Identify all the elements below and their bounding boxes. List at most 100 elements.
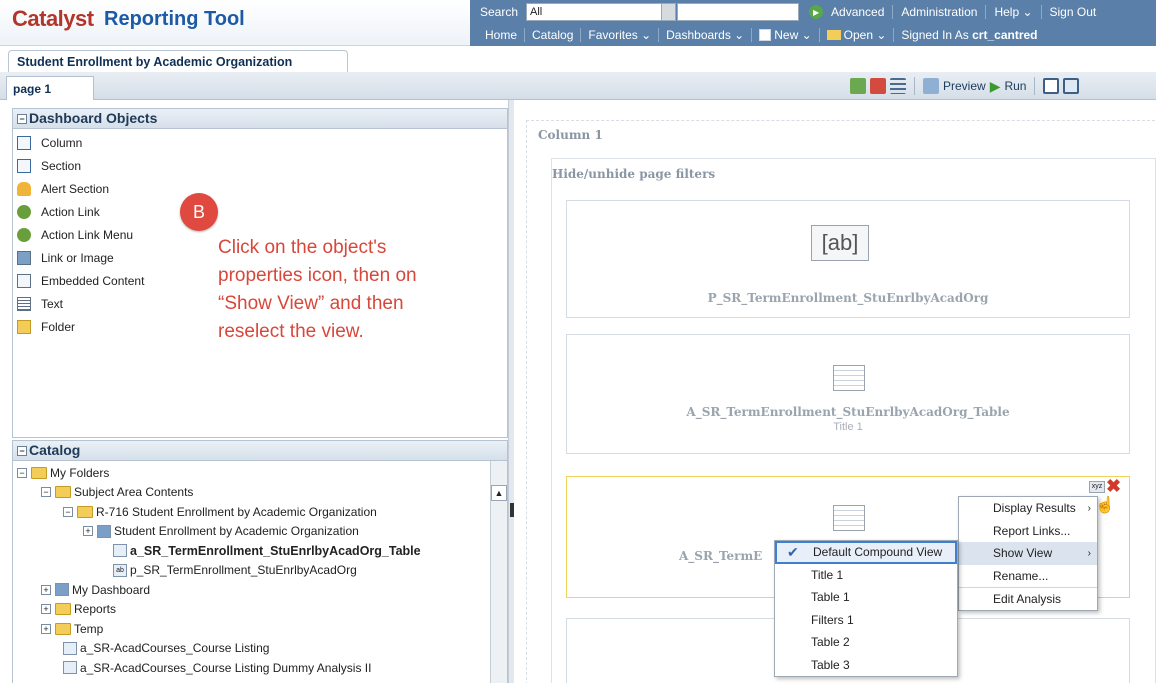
app-title: Reporting Tool [104,8,245,30]
save-icon[interactable] [1043,78,1060,94]
bell-icon [17,181,31,196]
tree-item-temp[interactable]: + Temp [17,619,503,639]
properties-icon[interactable]: xyz [1089,481,1105,493]
toolbar-divider [1034,77,1036,95]
menu-label: Edit Analysis [993,591,1062,606]
open-label: Open ⌄ [843,28,887,42]
object-label: Column [41,135,83,150]
search-scope-select[interactable]: All [526,3,677,21]
object-alert-section[interactable]: Alert Section [17,177,503,200]
preview-button[interactable]: Preview [943,79,986,93]
home-link[interactable]: Home [478,28,526,42]
image-icon [17,250,31,265]
dashboard-objects-header[interactable]: − Dashboard Objects [13,109,507,129]
expand-toggle[interactable]: + [41,584,51,595]
submenu-title-1[interactable]: Title 1 [775,564,957,587]
menu-label: Default Compound View [813,545,943,560]
delete-icon[interactable]: ✖ [1106,477,1121,495]
expand-toggle[interactable]: + [41,604,51,615]
menu-label: Filters 1 [811,612,854,627]
gear-menu-icon [17,227,31,242]
search-go-icon[interactable]: ▶ [809,5,824,19]
list-icon[interactable] [890,78,906,94]
menu-edit-analysis[interactable]: Edit Analysis [959,587,1097,610]
save-as-icon[interactable] [1063,78,1080,94]
tree-item-my-folders[interactable]: − My Folders [17,463,503,483]
submenu-table-3[interactable]: Table 3 [775,654,957,677]
submenu-table-2[interactable]: Table 2 [775,631,957,654]
table-view-icon [833,365,865,391]
menu-label: Report Links... [993,523,1071,538]
submenu-filters-1[interactable]: Filters 1 [775,609,957,632]
text-icon [17,296,31,311]
collapse-icon[interactable]: − [17,114,27,124]
dashboard-tabbar: Student Enrollment by Academic Organizat… [0,46,470,72]
tree-item-analysis-table[interactable]: a_SR_TermEnrollment_StuEnrlbyAcadOrg_Tab… [17,541,503,561]
folder-icon [55,486,71,499]
add-page-icon[interactable] [850,78,866,94]
tree-label: a_SR-AcadCourses_Course Listing Dummy An… [80,660,372,675]
administration-link[interactable]: Administration [893,5,987,19]
expand-toggle[interactable]: + [41,623,51,634]
secondary-nav: Home Catalog Favorites ⌄ Dashboards ⌄ Ne… [470,24,1156,46]
table-view-box[interactable]: A_SR_TermEnrollment_StuEnrlbyAcadOrg_Tab… [566,334,1130,454]
menu-show-view[interactable]: Show View › [959,542,1097,565]
collapse-toggle[interactable]: − [41,487,51,498]
table-view-subtitle: Title 1 [833,421,863,433]
tree-label: My Folders [50,465,110,480]
tree-label: Reports [74,602,117,617]
tree-item-r716-folder[interactable]: − R-716 Student Enrollment by Academic Or… [17,502,503,522]
submenu-table-1[interactable]: Table 1 [775,586,957,609]
object-action-link[interactable]: Action Link [17,200,503,223]
submenu-default-compound-view[interactable]: ✔ Default Compound View [775,541,957,564]
prompt-view-box[interactable]: [ab] P_SR_TermEnrollment_StuEnrlbyAcadOr… [566,200,1130,318]
embed-icon [17,273,31,288]
object-label: Folder [41,319,76,334]
collapse-toggle[interactable]: − [63,506,73,517]
collapse-icon[interactable]: − [17,446,27,456]
scroll-up-icon[interactable]: ▲ [491,485,507,501]
tree-item-prompt[interactable]: ab p_SR_TermEnrollment_StuEnrlbyAcadOrg [17,561,503,581]
tree-item-subject-area-contents[interactable]: − Subject Area Contents [17,483,503,503]
page-tab[interactable]: page 1 [6,76,94,100]
chevron-down-icon[interactable] [661,4,676,20]
folder-icon [55,603,71,616]
dashboard-tab[interactable]: Student Enrollment by Academic Organizat… [8,50,348,72]
help-menu[interactable]: Help ⌄ [986,5,1042,19]
splitter-handle[interactable] [510,503,514,517]
object-section[interactable]: Section [17,154,503,177]
delete-page-icon[interactable] [870,78,886,94]
menu-rename[interactable]: Rename... [959,565,1097,588]
dashboard-icon [97,524,111,538]
dashboards-menu[interactable]: Dashboards ⌄ [659,28,753,42]
object-label: Alert Section [41,181,110,196]
signed-in-label: Signed In As [901,28,969,42]
panel-splitter[interactable] [508,100,514,683]
collapse-toggle[interactable]: − [17,467,27,478]
catalog-scrollbar[interactable]: ▲ [490,461,507,683]
menu-display-results[interactable]: Display Results › [959,497,1097,520]
open-menu[interactable]: Open ⌄ [820,28,895,42]
catalog-link[interactable]: Catalog [525,28,582,42]
favorites-menu[interactable]: Favorites ⌄ [581,28,660,42]
menu-report-links[interactable]: Report Links... [959,520,1097,543]
expand-toggle[interactable]: + [83,526,93,537]
advanced-link[interactable]: Advanced [823,5,894,19]
object-column[interactable]: Column [17,131,503,154]
tree-item-course-listing[interactable]: a_SR-AcadCourses_Course Listing [17,639,503,659]
properties-menu: Display Results › Report Links... Show Vi… [958,496,1098,611]
chevron-right-icon: › [1087,547,1091,559]
tree-label: Subject Area Contents [74,485,194,500]
analysis-icon [63,661,77,675]
catalog-header[interactable]: − Catalog [13,441,507,461]
search-input[interactable] [677,3,800,21]
tree-item-course-listing-dummy[interactable]: a_SR-AcadCourses_Course Listing Dummy An… [17,658,503,678]
folder-icon [17,319,31,334]
tree-item-dashboard[interactable]: + Student Enrollment by Academic Organiza… [17,522,503,542]
sign-out-link[interactable]: Sign Out [1042,5,1105,19]
run-button[interactable]: Run [1004,79,1026,93]
menu-label: Display Results [993,501,1076,516]
tree-item-reports[interactable]: + Reports [17,600,503,620]
new-menu[interactable]: New ⌄ [752,28,820,42]
tree-item-my-dashboard[interactable]: + My Dashboard [17,580,503,600]
